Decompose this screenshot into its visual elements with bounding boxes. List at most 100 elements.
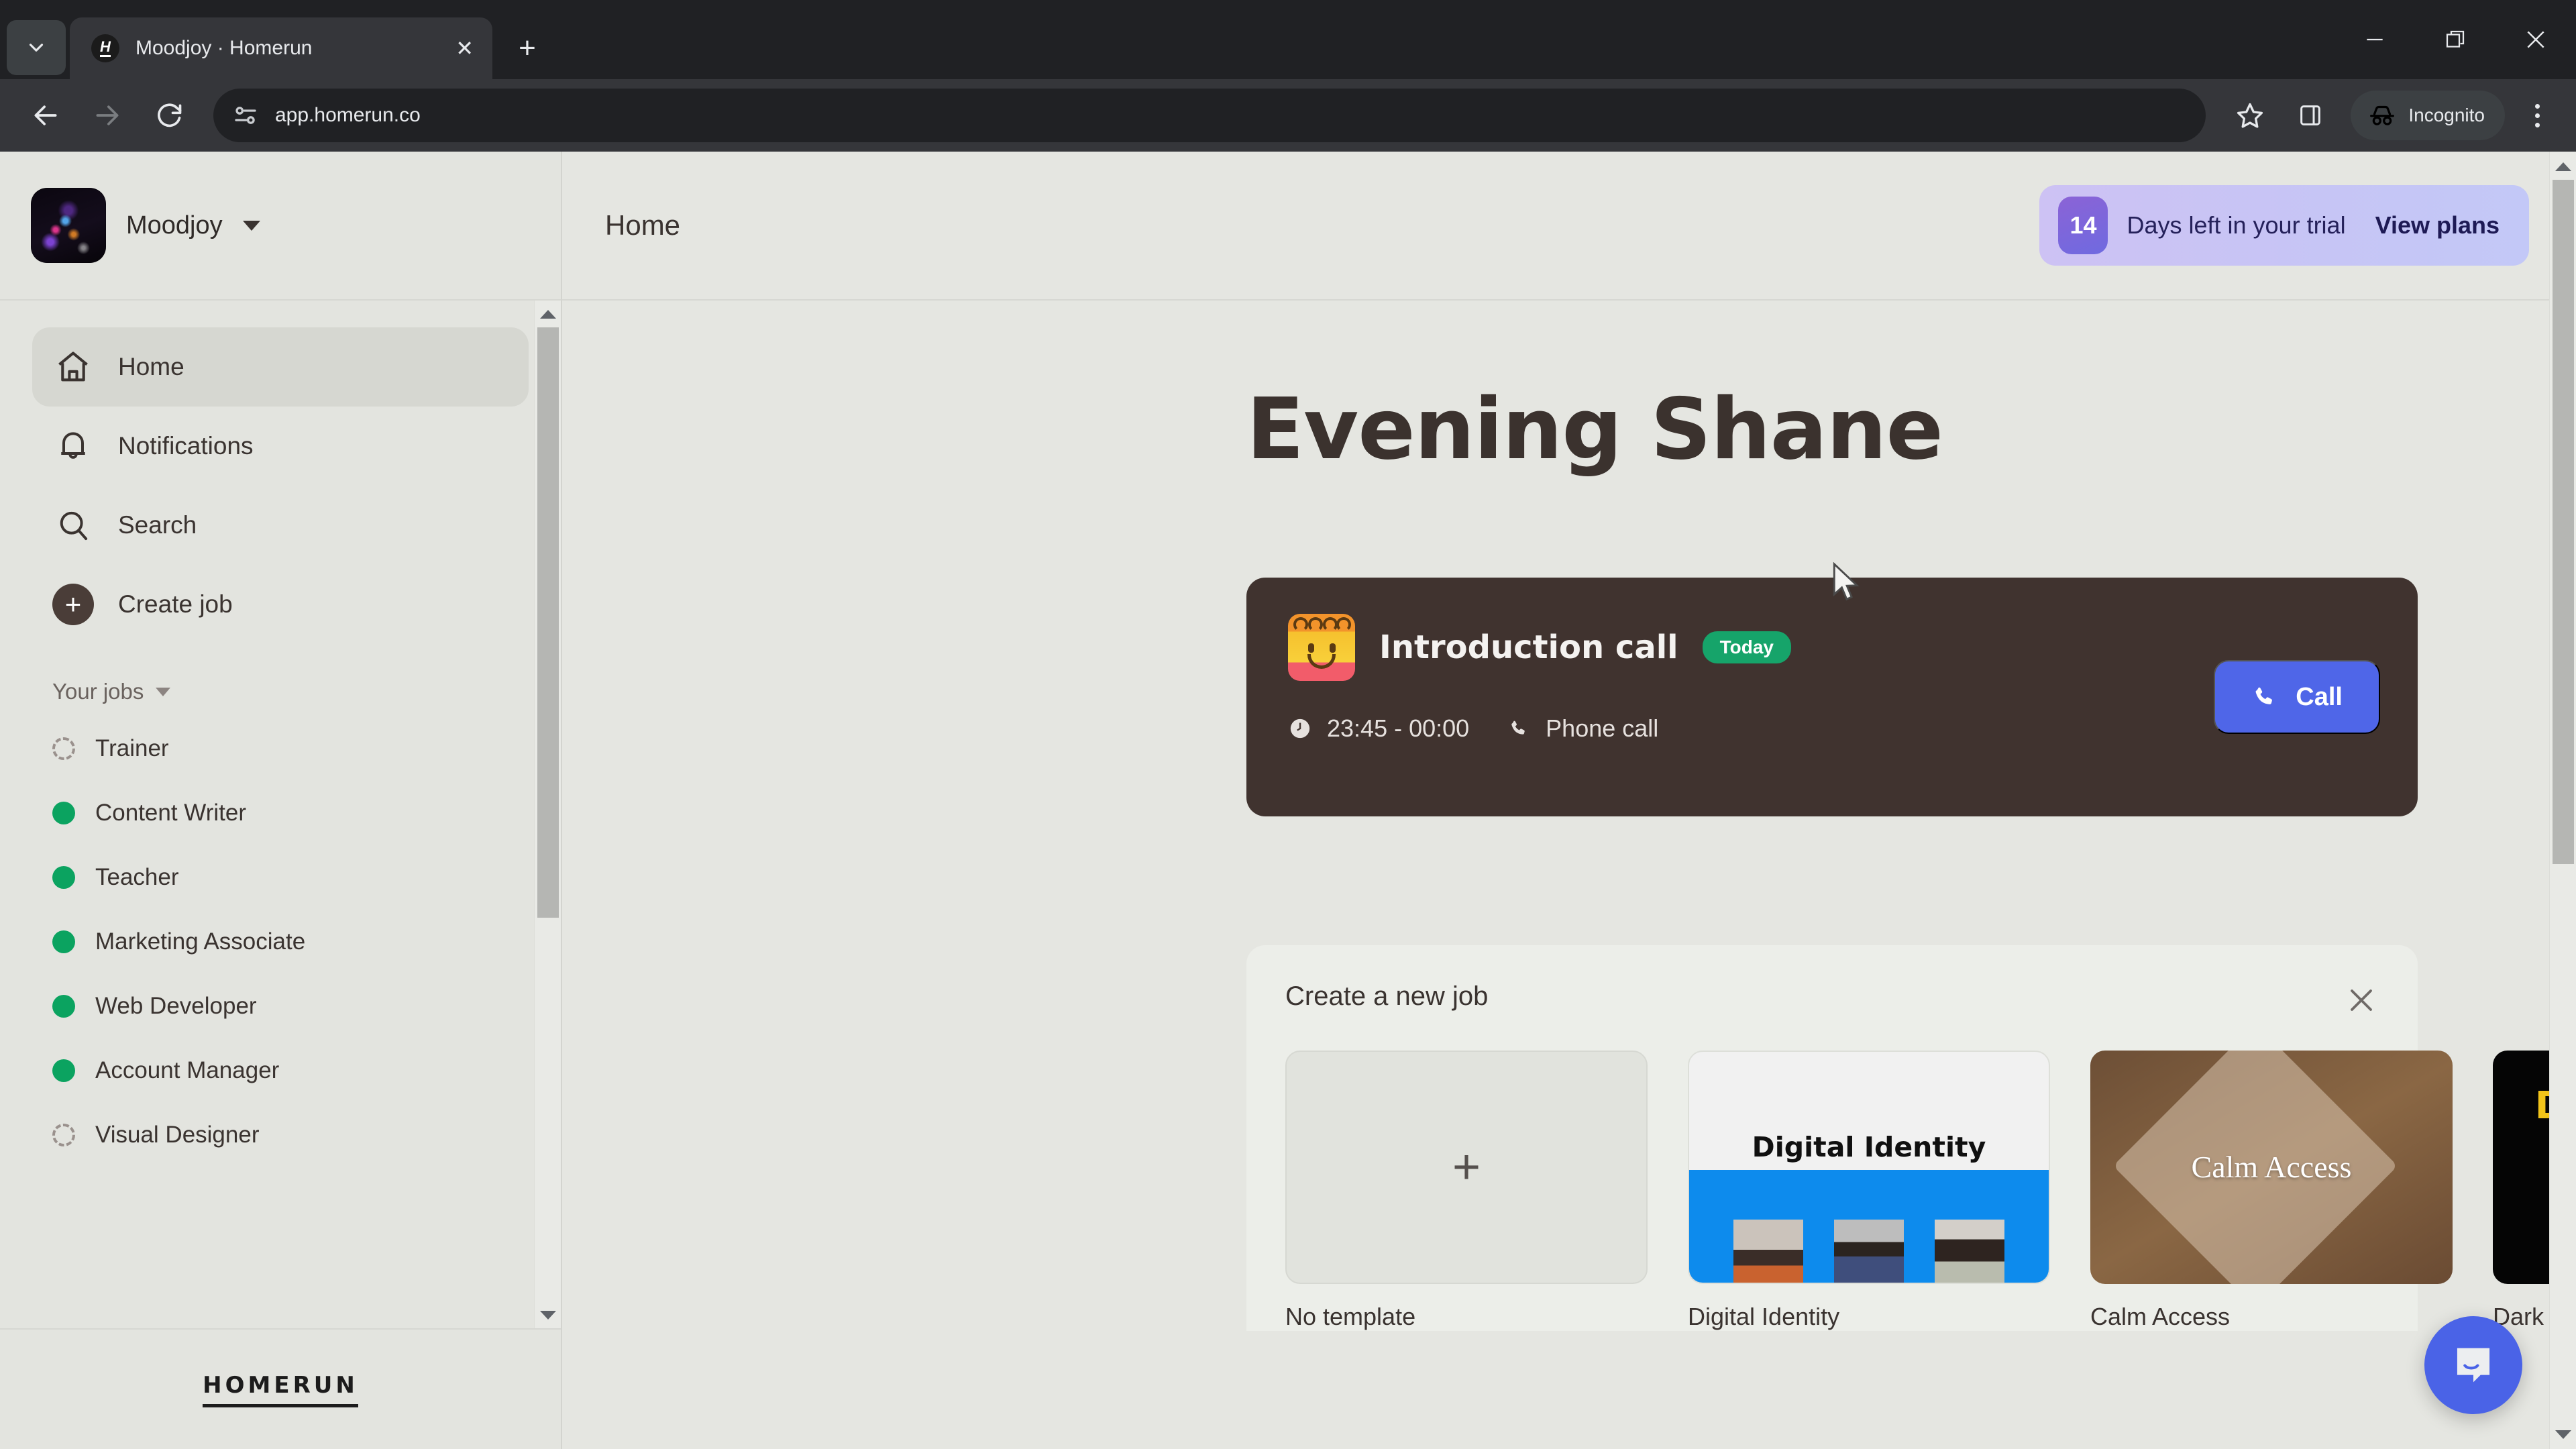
address-bar[interactable]: app.homerun.co — [213, 89, 2206, 142]
template-thumbnail: Digital Identity — [1688, 1051, 2050, 1284]
trial-days-badge: 14 — [2058, 197, 2108, 254]
org-name: Moodjoy — [126, 211, 223, 239]
your-jobs-label: Your jobs — [52, 679, 144, 704]
sidebar-scrollbar[interactable] — [534, 301, 561, 1328]
page-title: Home — [605, 209, 681, 241]
chevron-down-icon — [29, 44, 44, 52]
person-photo — [1935, 1220, 2004, 1283]
url-text: app.homerun.co — [275, 104, 421, 126]
list-item[interactable]: Content Writer — [0, 781, 561, 845]
job-label: Marketing Associate — [95, 928, 306, 955]
triangle-up-icon — [539, 309, 556, 319]
incognito-indicator[interactable]: Incognito — [2351, 91, 2505, 140]
side-panel-button[interactable] — [2282, 87, 2339, 144]
scrollbar-thumb[interactable] — [537, 327, 559, 918]
your-jobs-header[interactable]: Your jobs — [0, 644, 561, 716]
status-dot-published — [52, 1059, 75, 1082]
clock-icon — [1288, 716, 1312, 741]
close-icon — [2351, 989, 2372, 1011]
event-avatar-emoji-icon — [1288, 614, 1355, 681]
close-panel-button[interactable] — [2343, 981, 2380, 1019]
sidebar-item-search[interactable]: Search — [32, 486, 529, 565]
scroll-up-button[interactable] — [2550, 153, 2576, 180]
event-title: Introduction call — [1379, 629, 1678, 666]
template-thumb-photos — [1689, 1170, 2049, 1283]
home-content: Evening Shane Introduction call Today 23… — [562, 301, 2576, 1449]
status-dot-published — [52, 930, 75, 953]
site-settings-icon[interactable] — [228, 98, 263, 133]
sidebar-item-label: Notifications — [118, 432, 254, 460]
phone-icon — [1507, 716, 1531, 741]
scrollbar-track[interactable] — [535, 327, 561, 1301]
page-scrollbar[interactable] — [2549, 152, 2576, 1449]
minimize-button[interactable] — [2334, 0, 2415, 79]
sidebar-item-notifications[interactable]: Notifications — [32, 407, 529, 486]
org-switcher[interactable]: Moodjoy — [0, 152, 561, 301]
list-item[interactable]: Web Developer — [0, 974, 561, 1038]
status-badge: Today — [1702, 631, 1792, 663]
scroll-up-button[interactable] — [535, 301, 561, 327]
event-title-row: Introduction call Today — [1288, 614, 2187, 681]
trial-banner[interactable]: 14 Days left in your trial View plans — [2039, 185, 2529, 266]
template-name: No template — [1285, 1303, 1416, 1330]
status-dot-draft — [52, 737, 75, 760]
intercom-chat-button[interactable] — [2424, 1316, 2522, 1414]
toolbar-actions: Incognito — [2222, 87, 2559, 144]
chevron-down-icon — [156, 687, 171, 696]
close-window-button[interactable] — [2496, 0, 2576, 79]
status-dot-published — [52, 802, 75, 824]
plus-circle-icon: + — [52, 584, 94, 625]
search-icon — [52, 504, 94, 546]
forward-button[interactable] — [79, 87, 136, 144]
upcoming-event-card[interactable]: Introduction call Today 23:45 - 00:00 Ph… — [1246, 578, 2418, 816]
maximize-button[interactable] — [2415, 0, 2496, 79]
list-item[interactable]: Teacher — [0, 845, 561, 910]
sidebar-item-home[interactable]: Home — [32, 327, 529, 407]
event-details: Introduction call Today 23:45 - 00:00 Ph… — [1288, 614, 2187, 743]
new-tab-button[interactable]: + — [503, 24, 551, 72]
greeting-heading: Evening Shane — [1246, 380, 1943, 478]
app-sidebar: Moodjoy Home Notifications Search + Crea… — [0, 152, 562, 1449]
content-inner: Evening Shane Introduction call Today 23… — [562, 301, 2576, 1331]
star-icon — [2237, 103, 2263, 128]
list-item[interactable]: Account Manager — [0, 1038, 561, 1103]
template-list: + No template Digital Identity Digital I… — [1285, 1051, 2576, 1331]
home-icon — [52, 346, 94, 388]
reload-button[interactable] — [141, 87, 197, 144]
scrollbar-thumb[interactable] — [2553, 180, 2574, 864]
phone-icon — [2251, 684, 2278, 710]
org-avatar — [31, 188, 106, 263]
scroll-down-button[interactable] — [2550, 1421, 2576, 1448]
page-viewport: Moodjoy Home Notifications Search + Crea… — [0, 152, 2576, 1449]
close-tab-button[interactable]: ✕ — [455, 38, 474, 59]
template-card-no-template[interactable]: + No template — [1285, 1051, 1648, 1331]
view-plans-link[interactable]: View plans — [2375, 211, 2500, 239]
list-item[interactable]: Visual Designer — [0, 1103, 561, 1167]
list-item[interactable]: Marketing Associate — [0, 910, 561, 974]
event-meta-row: 23:45 - 00:00 Phone call — [1288, 714, 2187, 743]
template-name: Digital Identity — [1688, 1303, 1840, 1330]
sidebar-item-label: Create job — [118, 590, 233, 618]
homerun-logo: HOMERUN — [203, 1372, 358, 1407]
list-item[interactable]: Trainer — [0, 716, 561, 781]
side-panel-icon — [2300, 105, 2321, 125]
browser-menu-button[interactable] — [2516, 87, 2559, 144]
chevron-down-icon — [242, 220, 260, 231]
scroll-down-button[interactable] — [535, 1301, 561, 1328]
browser-tab[interactable]: H Moodjoy · Homerun ✕ — [70, 17, 492, 79]
back-button[interactable] — [17, 87, 74, 144]
sidebar-footer: HOMERUN — [0, 1328, 561, 1449]
template-card-calm-access[interactable]: Calm Access Calm Access — [2090, 1051, 2453, 1331]
template-thumb-heading: Digital Identity — [1689, 1052, 2049, 1170]
call-button[interactable]: Call — [2214, 660, 2380, 734]
trial-text: Days left in your trial — [2127, 211, 2346, 239]
bookmark-button[interactable] — [2222, 87, 2278, 144]
template-card-digital-identity[interactable]: Digital Identity Digital Identity — [1688, 1051, 2050, 1331]
triangle-up-icon — [2555, 162, 2571, 171]
person-photo — [1834, 1220, 1904, 1283]
sidebar-item-create-job[interactable]: + Create job — [32, 565, 529, 644]
template-thumb-text: Digital Identity — [1752, 1131, 1986, 1163]
tab-title: Moodjoy · Homerun — [136, 37, 313, 59]
tab-search-button[interactable] — [7, 20, 66, 75]
job-label: Visual Designer — [95, 1122, 260, 1148]
